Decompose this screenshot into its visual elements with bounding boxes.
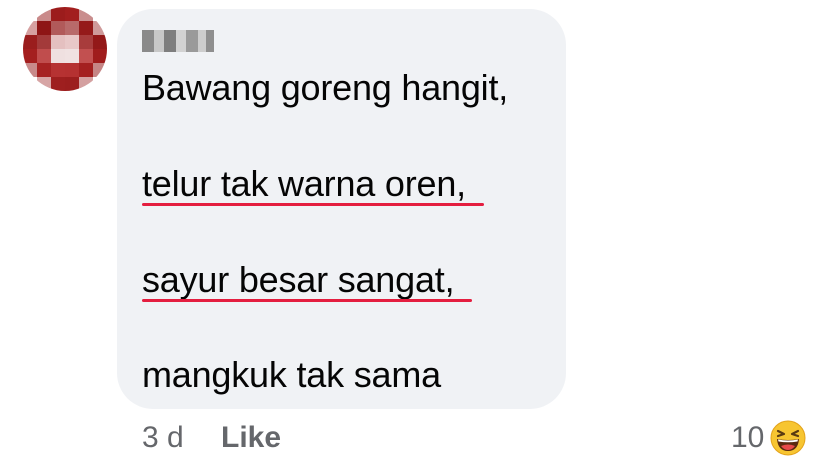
comment-line: sayur besar sangat, [142, 259, 455, 300]
spellcheck-underline [142, 299, 472, 302]
comment-line: mangkuk tak sama [142, 354, 441, 395]
comment-line: telur tak warna oren, [142, 163, 466, 204]
laughing-emoji-icon[interactable] [770, 420, 806, 456]
comment-line: Bawang goreng hangit, [142, 67, 509, 108]
comment-timestamp[interactable]: 3 d [142, 418, 184, 458]
reaction-count[interactable]: 10 [731, 418, 764, 458]
like-button[interactable]: Like [221, 418, 281, 458]
avatar[interactable] [23, 7, 107, 91]
spellcheck-underline [142, 203, 484, 206]
author-name-blurred[interactable] [142, 30, 214, 52]
